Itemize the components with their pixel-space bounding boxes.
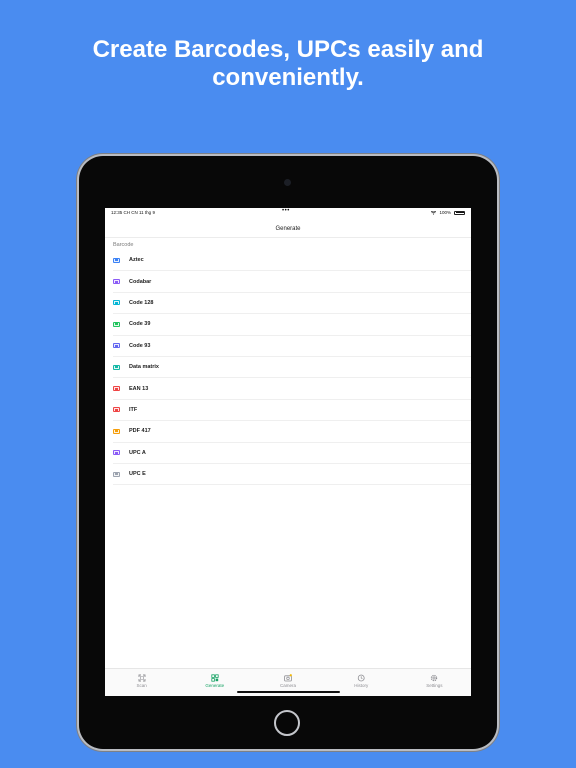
tab-label: History	[354, 683, 369, 688]
list-item[interactable]: Aztec	[113, 250, 471, 272]
multitasking-dots-icon[interactable]: •••	[282, 208, 290, 216]
list-item-label: Code 39	[129, 321, 151, 328]
list-item[interactable]: EAN 13	[113, 378, 471, 400]
list-item-label: Code 93	[129, 342, 151, 349]
list-item-label: Data matrix	[129, 364, 159, 371]
barcode-type-list: Aztec Codabar Code 128 Code 39 Code 93 Data m…	[105, 250, 471, 486]
upca-icon	[113, 450, 120, 456]
code93-icon	[113, 343, 120, 349]
wifi-icon	[431, 210, 437, 215]
tab-label: Scan	[136, 683, 147, 688]
upce-icon	[113, 471, 120, 477]
generate-icon	[211, 674, 219, 682]
home-indicator	[237, 691, 340, 693]
headline-line-2: conveniently.	[212, 64, 364, 91]
app-screen: 12:35 CH CN 11 thg 9 ••• 100% Generate B…	[105, 208, 471, 696]
promo-headline: Create Barcodes, UPCs easily and conveni…	[0, 36, 576, 92]
list-item[interactable]: PDF 417	[113, 421, 471, 443]
home-button[interactable]	[274, 710, 300, 736]
pdf417-icon	[113, 428, 120, 434]
ipad-frame: 12:35 CH CN 11 thg 9 ••• 100% Generate B…	[79, 156, 497, 749]
code128-icon	[113, 300, 120, 306]
page-title: Generate	[275, 226, 301, 232]
list-item[interactable]: Code 128	[113, 293, 471, 315]
status-right: 100%	[431, 208, 465, 217]
status-bar: 12:35 CH CN 11 thg 9 ••• 100%	[105, 208, 471, 217]
list-item-label: EAN 13	[129, 385, 149, 392]
list-item-label: UPC E	[129, 471, 146, 478]
headline-line-1: Create Barcodes, UPCs easily and	[92, 36, 484, 63]
codabar-icon	[113, 279, 120, 285]
scan-icon	[138, 674, 146, 682]
list-item[interactable]: ITF	[113, 400, 471, 422]
section-header-barcode: Barcode	[113, 242, 134, 248]
battery-icon	[454, 210, 465, 215]
list-item-label: Codabar	[129, 278, 152, 285]
status-time: 12:35 CH CN 11 thg 9	[111, 210, 155, 215]
navigation-bar: Generate	[105, 217, 471, 238]
list-item-label: Code 128	[129, 299, 154, 306]
tab-scan[interactable]: Scan	[105, 669, 178, 696]
list-item-label: Aztec	[129, 257, 144, 264]
camera-icon	[284, 674, 292, 682]
aztec-icon	[113, 257, 120, 263]
tab-label: Settings	[426, 683, 443, 688]
datamatrix-icon	[113, 364, 120, 370]
tab-label: Camera	[280, 683, 297, 688]
list-item-label: ITF	[129, 406, 138, 413]
list-item[interactable]: Data matrix	[113, 357, 471, 379]
front-camera-icon	[284, 179, 291, 186]
list-item[interactable]: UPC A	[113, 443, 471, 464]
tab-settings[interactable]: Settings	[398, 669, 471, 696]
ean13-icon	[113, 386, 120, 392]
tab-label: Generate	[205, 683, 225, 688]
battery-percent: 100%	[439, 210, 451, 215]
history-icon	[358, 674, 365, 682]
code39-icon	[113, 321, 120, 327]
list-item[interactable]: Codabar	[113, 271, 471, 293]
settings-icon	[431, 674, 438, 682]
list-item-label: PDF 417	[129, 428, 151, 435]
list-item[interactable]: Code 93	[113, 336, 471, 357]
itf-icon	[113, 407, 120, 413]
list-item[interactable]: UPC E	[113, 464, 471, 486]
list-item-label: UPC A	[129, 449, 146, 456]
list-item[interactable]: Code 39	[113, 314, 471, 336]
